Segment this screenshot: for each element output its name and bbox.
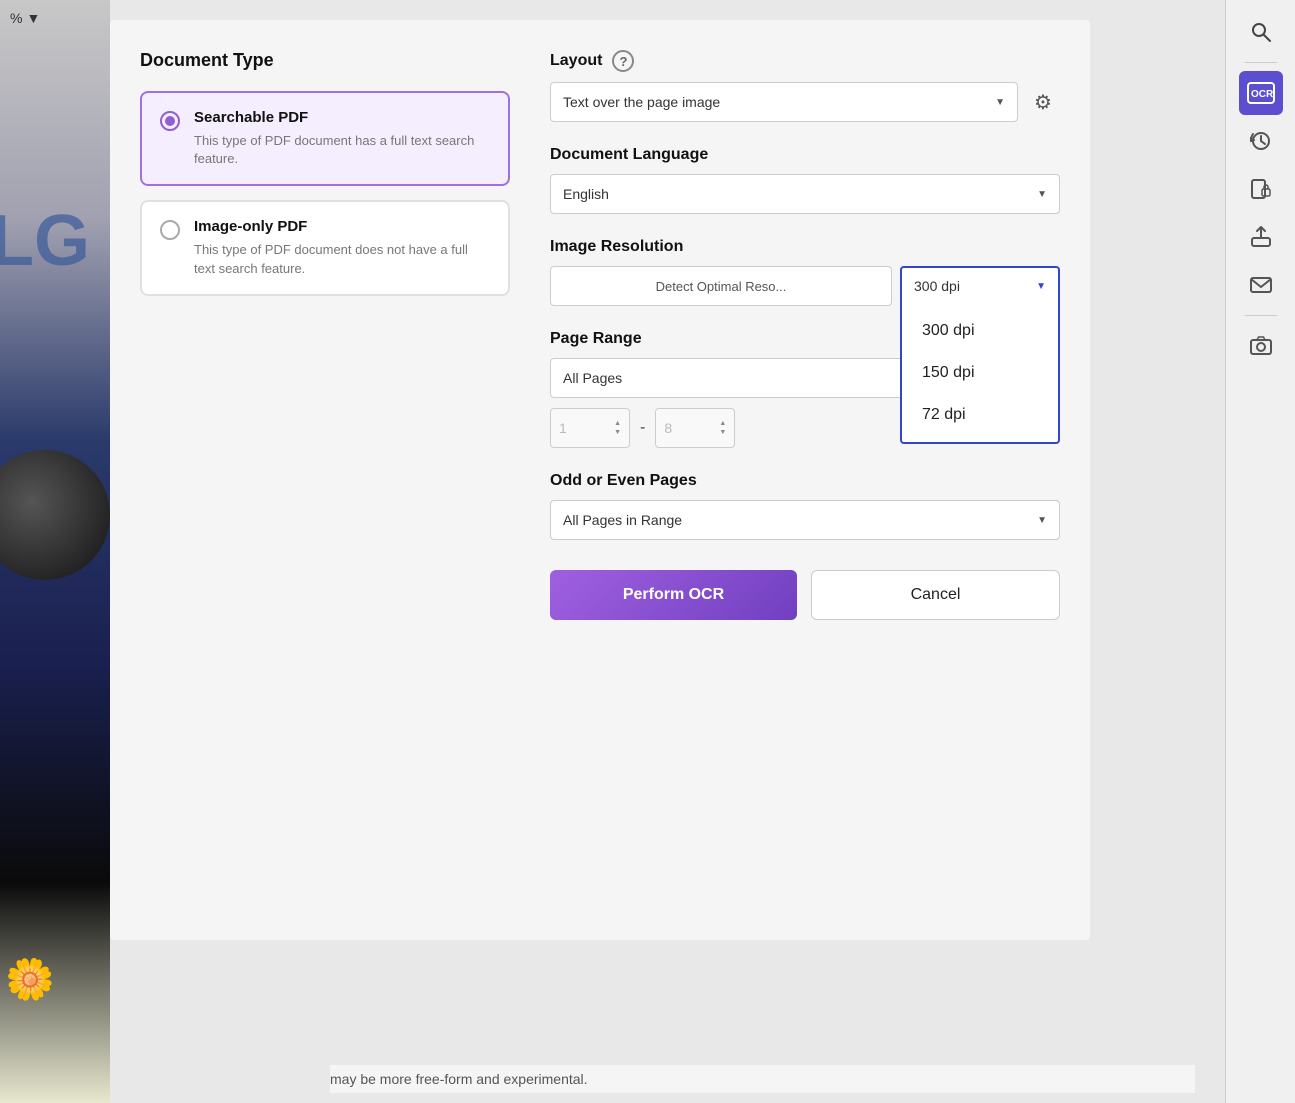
sidebar-divider-1 — [1245, 62, 1277, 63]
resolution-section: Image Resolution Detect Optimal Reso... … — [550, 238, 1060, 306]
page-to-stepper[interactable]: ▲ ▼ — [719, 420, 726, 436]
sidebar-ocr-icon[interactable]: OCR — [1239, 71, 1283, 115]
sidebar-document-lock-icon[interactable] — [1239, 167, 1283, 211]
sidebar-history-icon[interactable] — [1239, 119, 1283, 163]
resolution-label: Image Resolution — [550, 238, 683, 256]
language-label-row: Document Language — [550, 146, 1060, 164]
bg-circle — [0, 450, 110, 580]
odd-even-selected-value: All Pages in Range — [563, 512, 682, 528]
language-selected-value: English — [563, 186, 609, 202]
zoom-value: % — [10, 10, 22, 26]
sidebar-divider-2 — [1245, 315, 1277, 316]
page-from-value: 1 — [559, 420, 567, 436]
page-range-selected-value: All Pages — [563, 370, 622, 386]
sidebar-camera-icon[interactable] — [1239, 324, 1283, 368]
page-from-down-arrow[interactable]: ▼ — [614, 429, 621, 436]
action-buttons: Perform OCR Cancel — [550, 570, 1060, 620]
odd-even-section: Odd or Even Pages All Pages in Range ▼ — [550, 472, 1060, 540]
bottom-text: may be more free-form and experimental. — [330, 1065, 1195, 1093]
ocr-dialog: Document Type Searchable PDF This type o… — [110, 20, 1090, 940]
odd-even-label: Odd or Even Pages — [550, 472, 1060, 490]
resolution-label-row: Image Resolution — [550, 238, 1060, 256]
resolution-selected-value: 300 dpi — [914, 278, 960, 294]
document-type-column: Document Type Searchable PDF This type o… — [140, 50, 510, 620]
odd-even-dropdown[interactable]: All Pages in Range ▼ — [550, 500, 1060, 540]
right-sidebar: OCR — [1225, 0, 1295, 1103]
layout-label: Layout — [550, 52, 602, 70]
bg-flower: 🌼 — [5, 956, 55, 1003]
layout-dropdown[interactable]: Text over the page image ▼ — [550, 82, 1018, 122]
page-to-input[interactable]: 8 ▲ ▼ — [655, 408, 735, 448]
layout-section: Layout ? Text over the page image ▼ ⚙ — [550, 50, 1060, 122]
searchable-pdf-label: Searchable PDF — [194, 109, 490, 126]
layout-row: Text over the page image ▼ ⚙ — [550, 82, 1060, 122]
layout-help-icon[interactable]: ? — [612, 50, 634, 72]
detect-btn-label: Detect Optimal Reso... — [656, 279, 787, 294]
layout-dropdown-arrow: ▼ — [995, 97, 1005, 108]
resolution-option-72[interactable]: 72 dpi — [902, 394, 1058, 436]
language-dropdown[interactable]: English ▼ — [550, 174, 1060, 214]
zoom-control[interactable]: % ▼ — [10, 10, 40, 26]
resolution-option-300[interactable]: 300 dpi — [902, 310, 1058, 352]
gear-icon: ⚙ — [1034, 90, 1052, 115]
svg-text:OCR: OCR — [1251, 89, 1274, 100]
resolution-dropdown-menu: 300 dpi 150 dpi 72 dpi — [900, 304, 1060, 444]
searchable-radio[interactable] — [160, 111, 180, 131]
image-only-radio[interactable] — [160, 220, 180, 240]
image-only-pdf-label: Image-only PDF — [194, 218, 490, 235]
image-only-pdf-desc: This type of PDF document does not have … — [194, 241, 490, 277]
searchable-pdf-option[interactable]: Searchable PDF This type of PDF document… — [140, 91, 510, 186]
resolution-dropdown-arrow-icon: ▼ — [1036, 281, 1046, 292]
searchable-pdf-desc: This type of PDF document has a full tex… — [194, 132, 490, 168]
odd-even-dropdown-arrow: ▼ — [1037, 515, 1047, 526]
language-section: Document Language English ▼ — [550, 146, 1060, 214]
background-image: LG 🌼 — [0, 0, 110, 1103]
layout-gear-button[interactable]: ⚙ — [1026, 85, 1060, 119]
sidebar-mail-icon[interactable] — [1239, 263, 1283, 307]
language-label: Document Language — [550, 146, 708, 164]
page-to-up-arrow[interactable]: ▲ — [719, 420, 726, 427]
resolution-option-150[interactable]: 150 dpi — [902, 352, 1058, 394]
bg-letters: LG — [0, 200, 90, 282]
zoom-arrow: ▼ — [26, 10, 40, 26]
document-type-title: Document Type — [140, 50, 510, 71]
image-only-pdf-option[interactable]: Image-only PDF This type of PDF document… — [140, 200, 510, 295]
page-to-value: 8 — [664, 420, 672, 436]
page-from-stepper[interactable]: ▲ ▼ — [614, 420, 621, 436]
layout-label-row: Layout ? — [550, 50, 1060, 72]
language-dropdown-arrow: ▼ — [1037, 189, 1047, 200]
cancel-button[interactable]: Cancel — [811, 570, 1060, 620]
page-from-input[interactable]: 1 ▲ ▼ — [550, 408, 630, 448]
resolution-dropdown-trigger[interactable]: 300 dpi ▼ — [900, 266, 1060, 306]
sidebar-share-icon[interactable] — [1239, 215, 1283, 259]
resolution-dropdown-container: 300 dpi ▼ 300 dpi 150 dpi 72 dpi — [900, 266, 1060, 306]
sidebar-search-icon[interactable] — [1239, 10, 1283, 54]
settings-column: Layout ? Text over the page image ▼ ⚙ Do… — [550, 50, 1060, 620]
perform-ocr-button[interactable]: Perform OCR — [550, 570, 797, 620]
page-to-down-arrow[interactable]: ▼ — [719, 429, 726, 436]
page-range-dash: - — [640, 419, 645, 437]
layout-selected-value: Text over the page image — [563, 94, 720, 110]
detect-resolution-button[interactable]: Detect Optimal Reso... — [550, 266, 892, 306]
page-from-up-arrow[interactable]: ▲ — [614, 420, 621, 427]
searchable-pdf-text: Searchable PDF This type of PDF document… — [194, 109, 490, 168]
image-only-pdf-text: Image-only PDF This type of PDF document… — [194, 218, 490, 277]
